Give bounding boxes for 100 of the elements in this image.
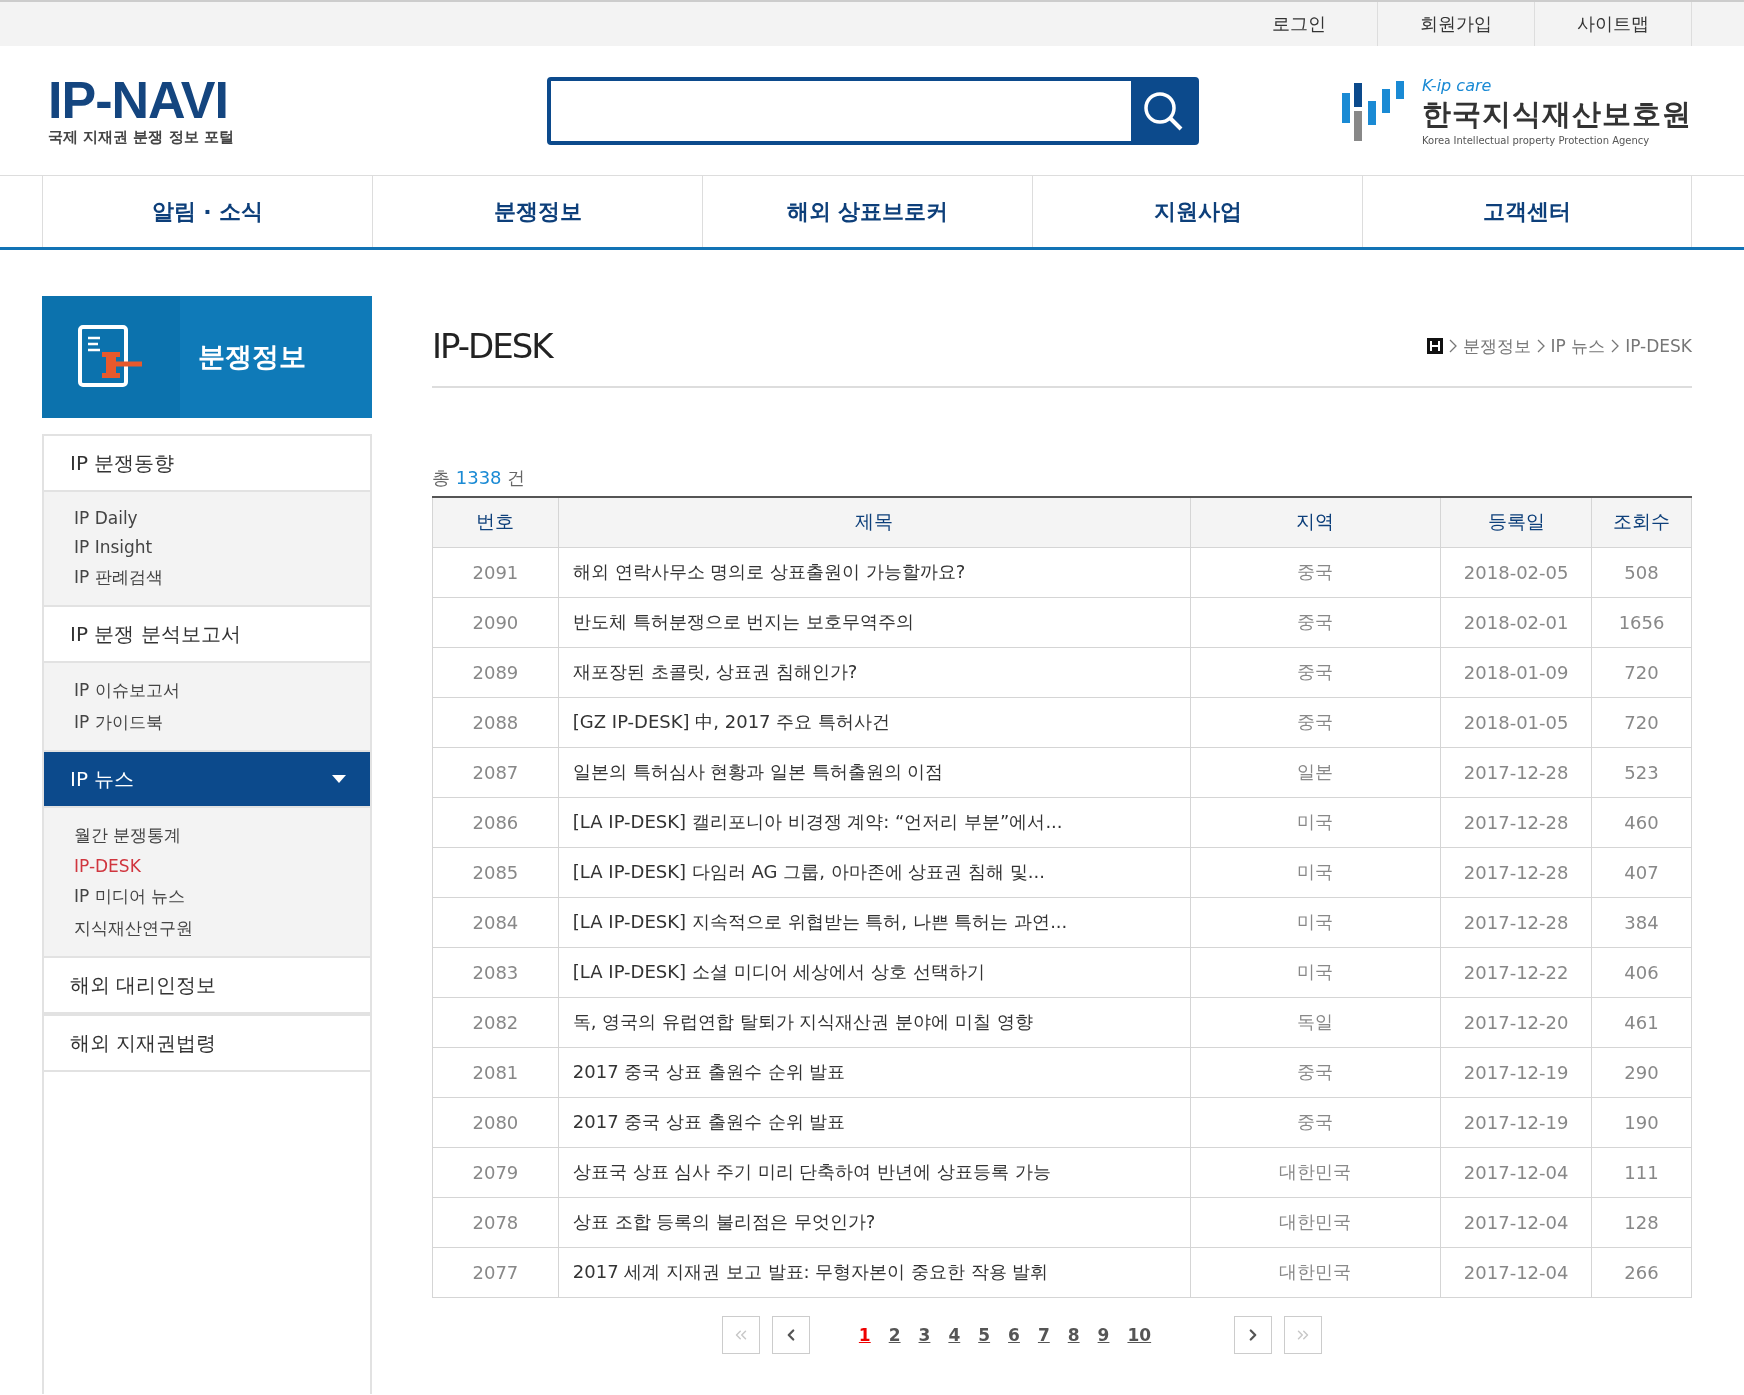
table-cell: 중국 [1190,1097,1441,1147]
page-link[interactable]: 7 [1037,1324,1050,1345]
title-link[interactable]: 2017 중국 상표 출원수 순위 발표 [558,1047,1191,1097]
title-link[interactable]: [LA IP-DESK] 소셜 미디어 세상에서 상호 선택하기 [558,947,1191,997]
table-cell: 384 [1591,897,1692,947]
breadcrumb-link[interactable]: IP-DESK [1625,336,1692,356]
sidebar-item[interactable]: IP 분쟁 분석보고서 [44,605,370,663]
breadcrumb-link[interactable]: 분쟁정보 [1462,334,1531,358]
table-cell: 2084 [432,897,559,947]
table-cell: 461 [1591,997,1692,1047]
sidebar-item[interactable]: 해외 지재권법령 [44,1014,370,1072]
title-link[interactable]: 상표 조합 등록의 불리점은 무엇인가? [558,1197,1191,1247]
sidebar-subitem[interactable]: IP Insight [74,537,340,557]
sidebar-item-label: 해외 지재권법령 [70,1029,217,1057]
top-link[interactable]: 사이트맵 [1535,2,1692,46]
page-link[interactable]: 2 [888,1324,901,1345]
table-cell: 일본 [1190,747,1441,797]
table-cell: 중국 [1190,1047,1441,1097]
sidebar-item-label: IP 분쟁 분석보고서 [70,620,241,648]
chevron-icon [1611,339,1620,353]
table-cell: 미국 [1190,797,1441,847]
nav-item[interactable]: 고객센터 [1362,176,1692,247]
page-title: IP-DESK [432,326,552,366]
caret-icon [332,775,346,783]
next-page-button[interactable] [1234,1315,1273,1354]
table-cell: 460 [1591,797,1692,847]
table-cell: 2086 [432,797,559,847]
nav-item[interactable]: 분쟁정보 [372,176,702,247]
table-cell: 290 [1591,1047,1692,1097]
title-link[interactable]: 반도체 특허분쟁으로 번지는 보호무역주의 [558,597,1191,647]
sidebar-item[interactable]: IP 뉴스 [44,750,370,808]
home-icon[interactable] [1426,338,1443,354]
nav-item[interactable]: 알림 · 소식 [42,176,372,247]
nav-item[interactable]: 해외 상표브로커 [702,176,1032,247]
title-link[interactable]: 재포장된 초콜릿, 상표권 침해인가? [558,647,1191,697]
logo-wordmark[interactable]: IP-NAVI [48,74,234,126]
table-cell: 720 [1591,647,1692,697]
table-cell: 2082 [432,997,559,1047]
title-link[interactable]: [LA IP-DESK] 캘리포니아 비경쟁 계약: “언저리 부분”에서... [558,797,1191,847]
page-link[interactable]: 5 [978,1324,991,1345]
sidebar-item[interactable]: IP 분쟁동향 [44,434,370,492]
title-link[interactable]: 일본의 특허심사 현황과 일본 특허출원의 이점 [558,747,1191,797]
sidebar-subitem[interactable]: IP Daily [74,508,340,528]
page-link[interactable]: 10 [1127,1324,1152,1345]
breadcrumb-link[interactable]: IP 뉴스 [1550,334,1606,358]
total-count: 총 1338 건 [432,466,527,490]
column-header: 등록일 [1440,497,1592,547]
sidebar-item-label: IP 뉴스 [70,765,135,793]
sidebar-title: 분쟁정보 [197,340,306,374]
sidebar-subitem[interactable]: IP 미디어 뉴스 [74,885,340,908]
table-cell: 독일 [1190,997,1441,1047]
table-cell: 2089 [432,647,559,697]
sidebar-subitem[interactable]: IP-DESK [74,856,340,876]
table-cell: 중국 [1190,697,1441,747]
table-cell: 대한민국 [1190,1197,1441,1247]
table-cell: 2017-12-20 [1440,997,1592,1047]
title-link[interactable]: [GZ IP-DESK] 中, 2017 주요 특허사건 [558,697,1191,747]
table-cell: 406 [1591,947,1692,997]
table-cell: 190 [1591,1097,1692,1147]
table-cell: 2018-02-05 [1440,547,1592,597]
sidebar-subitem[interactable]: IP 판례검색 [74,566,340,589]
title-link[interactable]: 해외 연락사무소 명의로 상표출원이 가능할까요? [558,547,1191,597]
page-link[interactable]: 1 [858,1324,871,1345]
top-link[interactable]: 로그인 [1221,2,1378,46]
search-field[interactable] [546,76,1199,145]
sidebar-item[interactable]: 해외 대리인정보 [44,956,370,1014]
table-cell: 2017-12-28 [1440,847,1592,897]
top-link[interactable]: 회원가입 [1378,2,1535,46]
page-link[interactable]: 8 [1067,1324,1080,1345]
agency-name: 한국지식재산보호원 [1422,95,1692,133]
table-cell: 266 [1591,1247,1692,1297]
page-link[interactable]: 9 [1097,1324,1110,1345]
nav-item[interactable]: 지원사업 [1032,176,1362,247]
table-cell: 2017-12-22 [1440,947,1592,997]
previous-page-button[interactable] [771,1315,810,1354]
chevron-icon [1536,339,1545,353]
table-cell: 523 [1591,747,1692,797]
sidebar-subitem[interactable]: 지식재산연구원 [74,917,340,940]
table-cell: 2080 [432,1097,559,1147]
title-link[interactable]: [LA IP-DESK] 다임러 AG 그룹, 아마존에 상표권 침해 및... [558,847,1191,897]
title-link[interactable]: [LA IP-DESK] 지속적으로 위협받는 특허, 나쁜 특허는 과연... [558,897,1191,947]
table-cell: 미국 [1190,847,1441,897]
table-cell: 2083 [432,947,559,997]
page-link[interactable]: 4 [948,1324,961,1345]
title-link[interactable]: 2017 세계 지재권 보고 발표: 무형자본이 중요한 작용 발휘 [558,1247,1191,1297]
table-cell: 중국 [1190,547,1441,597]
sidebar-subitem[interactable]: IP 이슈보고서 [74,679,340,702]
table-cell: 대한민국 [1190,1247,1441,1297]
table-cell: 2077 [432,1247,559,1297]
sidebar-subitem[interactable]: 월간 분쟁통계 [74,824,340,847]
title-link[interactable]: 독, 영국의 유럽연합 탈퇴가 지식재산권 분야에 미칠 영향 [558,997,1191,1047]
table-cell: 2018-02-01 [1440,597,1592,647]
title-link[interactable]: 2017 중국 상표 출원수 순위 발표 [558,1097,1191,1147]
table-cell: 2018-01-09 [1440,647,1592,697]
title-link[interactable]: 상표국 상표 심사 주기 미리 단축하여 반년에 상표등록 가능 [558,1147,1191,1197]
page-link[interactable]: 3 [918,1324,931,1345]
table-cell: 2090 [432,597,559,647]
agency-brand: K-ip care [1422,75,1493,95]
sidebar-subitem[interactable]: IP 가이드북 [74,711,340,734]
page-link[interactable]: 6 [1008,1324,1020,1345]
